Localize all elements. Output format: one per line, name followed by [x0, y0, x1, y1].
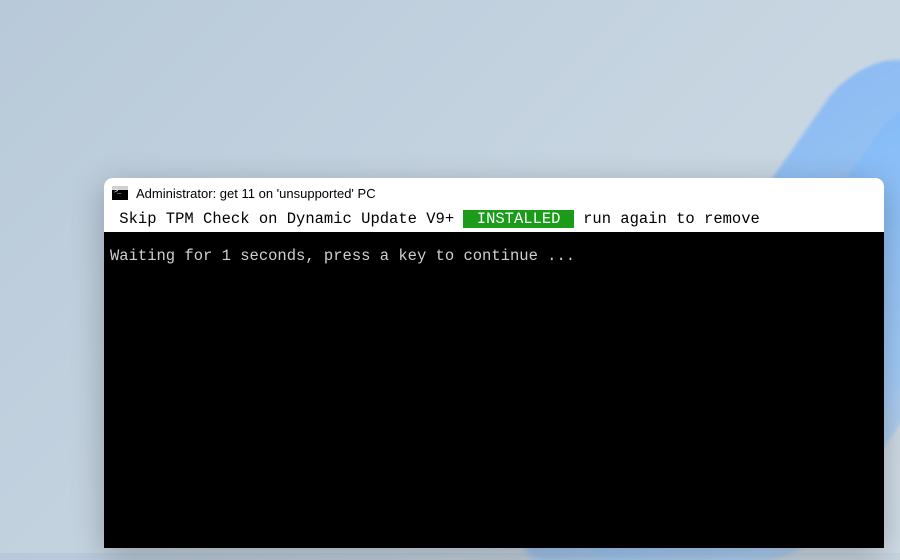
command-prompt-window: Administrator: get 11 on 'unsupported' P… — [104, 178, 884, 548]
status-prefix: Skip TPM Check on Dynamic Update V9+ — [110, 210, 463, 228]
console-area[interactable]: Skip TPM Check on Dynamic Update V9+ INS… — [104, 208, 884, 548]
titlebar[interactable]: Administrator: get 11 on 'unsupported' P… — [104, 178, 884, 208]
window-title: Administrator: get 11 on 'unsupported' P… — [136, 186, 376, 201]
console-output-line: Waiting for 1 seconds, press a key to co… — [104, 232, 884, 267]
status-line: Skip TPM Check on Dynamic Update V9+ INS… — [104, 208, 884, 232]
installed-badge: INSTALLED — [463, 210, 573, 228]
cmd-icon — [112, 186, 128, 200]
status-suffix: run again to remove — [574, 210, 769, 228]
